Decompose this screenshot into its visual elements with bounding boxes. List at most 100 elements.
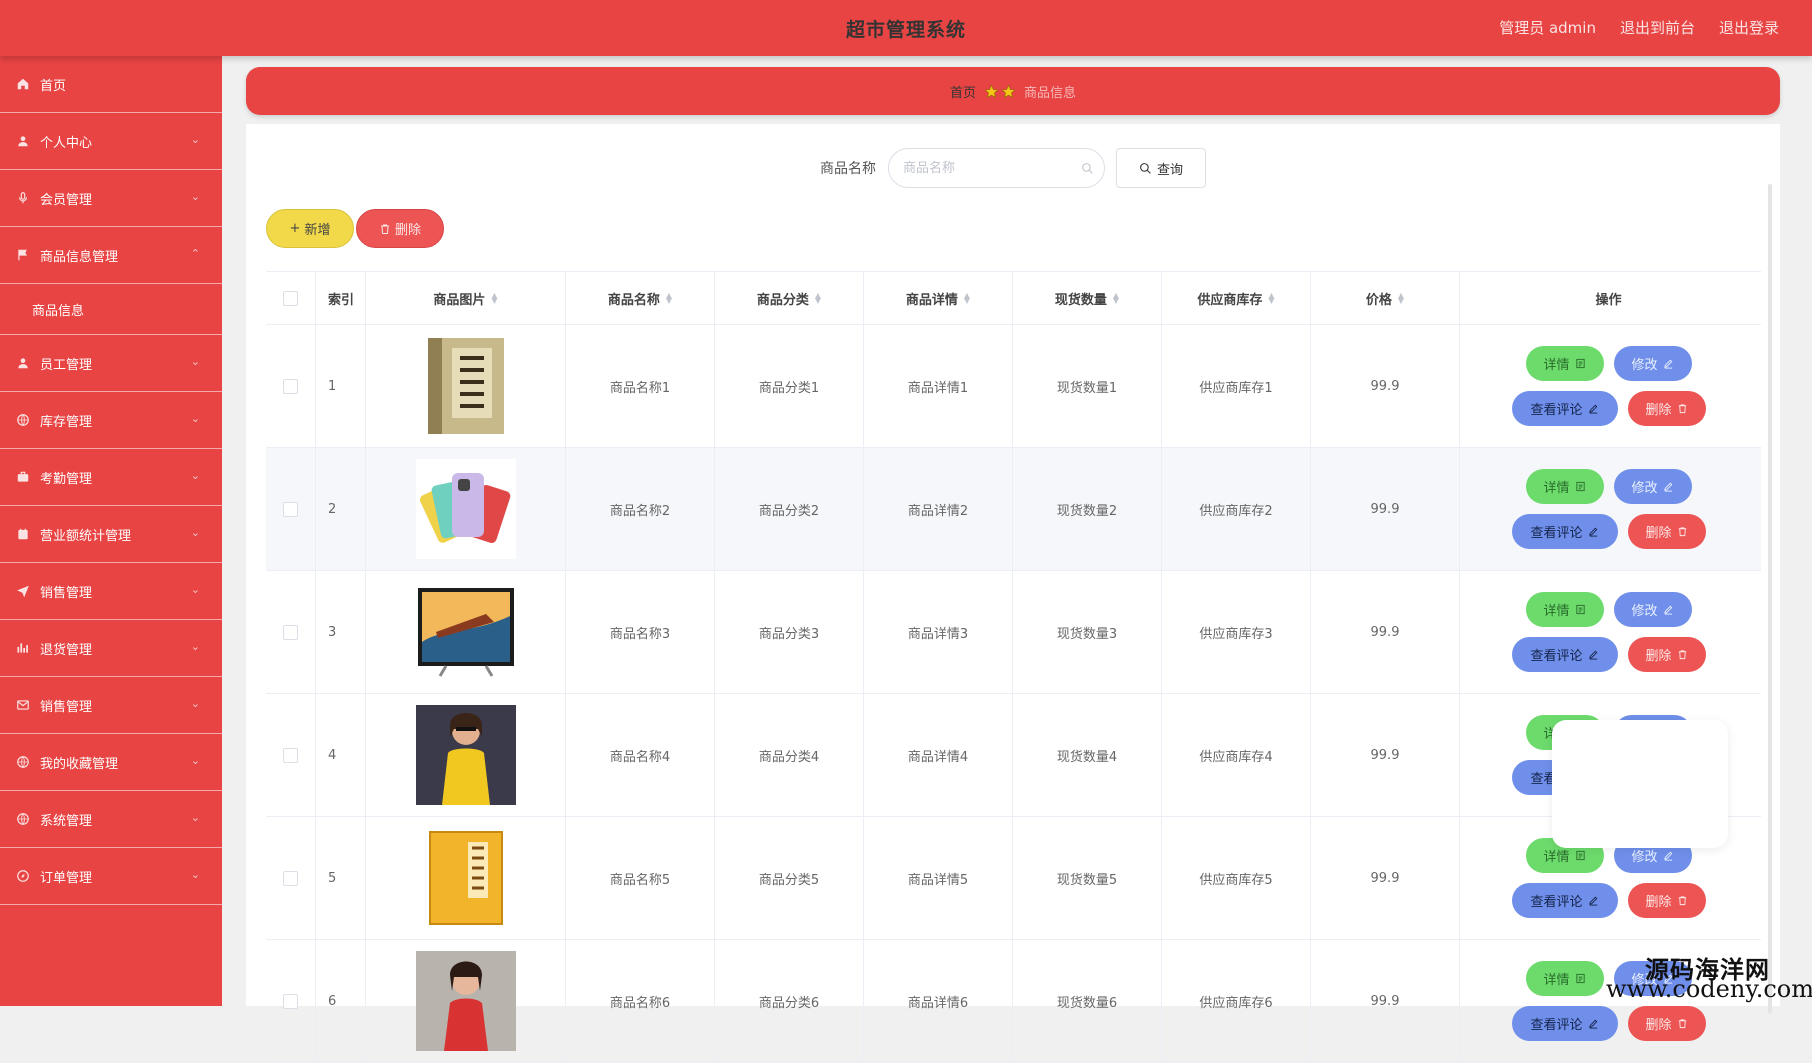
header-category[interactable]: 商品分类 ▲ ▼	[715, 272, 864, 324]
product-price: 99.9	[1311, 325, 1460, 447]
sidebar-item[interactable]: 销售管理 ⌄	[0, 677, 222, 734]
sidebar-item[interactable]: 营业额统计管理 ⌄	[0, 506, 222, 563]
row-delete-button[interactable]: 删除	[1627, 1006, 1706, 1041]
sidebar-item[interactable]: 首页	[0, 56, 222, 113]
header-detail[interactable]: 商品详情 ▲ ▼	[864, 272, 1013, 324]
product-stock: 现货数量2	[1013, 448, 1162, 570]
row-checkbox[interactable]	[283, 747, 298, 763]
detail-button[interactable]: 详情	[1525, 469, 1604, 504]
vertical-scrollbar[interactable]	[1768, 184, 1772, 1014]
edit-button-label: 修改	[1631, 850, 1658, 865]
sidebar-item[interactable]: 商品信息管理 ⌃	[0, 227, 222, 284]
sidebar-item[interactable]: 个人中心 ⌄	[0, 113, 222, 170]
header-label: 供应商库存	[1197, 292, 1263, 308]
sidebar-item-label: 营业额统计管理	[40, 528, 132, 544]
sidebar-item[interactable]: 销售管理 ⌄	[0, 563, 222, 620]
query-button-label: 查询	[1156, 162, 1183, 178]
batch-delete-label: 删除	[394, 223, 421, 238]
row-delete-button[interactable]: 删除	[1627, 391, 1706, 426]
sort-icon: ▲ ▼	[491, 291, 498, 305]
sidebar-subitem[interactable]: 商品信息	[0, 284, 222, 335]
header-image[interactable]: 商品图片 ▲ ▼	[366, 272, 566, 324]
row-checkbox[interactable]	[283, 501, 298, 517]
detail-button[interactable]: 详情	[1525, 592, 1604, 627]
trash-icon	[1678, 1019, 1686, 1029]
sidebar-item[interactable]: 我的收藏管理 ⌄	[0, 734, 222, 791]
product-image-cell	[366, 325, 566, 447]
star-icon	[984, 83, 1016, 99]
product-name: 商品名称2	[566, 448, 715, 570]
row-actions: 详情 修改查看评论 删除	[1460, 325, 1757, 447]
header-stock[interactable]: 现货数量 ▲ ▼	[1013, 272, 1162, 324]
row-index: 2	[316, 448, 366, 570]
table-body: 1 商品名称1 商品分类1 商品详情1 现货数量1 供应商库存1 99.9 详情 修改 查看评论删…	[266, 325, 1761, 1063]
chevron-icon: ⌄	[190, 811, 200, 824]
row-checkbox[interactable]	[283, 624, 298, 640]
row-delete-button[interactable]: 删除	[1627, 883, 1706, 918]
edit-button[interactable]: 修改	[1613, 592, 1692, 627]
select-all-checkbox[interactable]	[283, 290, 298, 306]
search-input[interactable]	[889, 149, 1075, 187]
product-image-cell	[366, 817, 566, 939]
product-supplier: 供应商库存5	[1162, 817, 1311, 939]
product-price: 99.9	[1311, 817, 1460, 939]
view-reviews-button[interactable]: 查看评论	[1511, 637, 1618, 672]
add-button[interactable]: + 新增	[266, 209, 354, 248]
view-reviews-button[interactable]: 查看评论	[1511, 883, 1618, 918]
compass-icon	[16, 869, 30, 883]
product-category: 商品分类4	[715, 694, 864, 816]
search-icon	[1140, 162, 1151, 174]
query-button[interactable]: 查询	[1116, 148, 1206, 188]
table-header: 索引 商品图片 ▲ ▼ 商品名称 ▲ ▼ 商品分类 ▲ ▼ 商品详情 ▲ ▼ 现货数量 ▲ ▼ 供应…	[266, 272, 1761, 325]
sidebar-item[interactable]: 订单管理 ⌄	[0, 848, 222, 905]
sort-icon: ▲ ▼	[1268, 291, 1275, 305]
breadcrumb-home[interactable]: 首页	[950, 82, 976, 101]
view-reviews-button[interactable]: 查看评论	[1511, 1006, 1618, 1041]
search-icon	[1081, 160, 1094, 179]
sidebar-item-label: 商品信息管理	[40, 249, 119, 265]
edit-icon	[1663, 851, 1672, 861]
send-icon	[16, 584, 30, 598]
edit-button[interactable]: 修改	[1613, 346, 1692, 381]
watermark-url: www.codeny.com	[1606, 975, 1812, 1003]
trash-icon	[1678, 896, 1686, 906]
detail-button[interactable]: 详情	[1525, 346, 1604, 381]
row-checkbox[interactable]	[283, 993, 298, 1009]
row-delete-label: 删除	[1645, 403, 1672, 418]
trash-icon	[1678, 650, 1686, 660]
sidebar-item[interactable]: 会员管理 ⌄	[0, 170, 222, 227]
document-icon	[1575, 604, 1585, 615]
sidebar-item-label: 销售管理	[40, 585, 93, 601]
view-reviews-button[interactable]: 查看评论	[1511, 391, 1618, 426]
row-delete-button[interactable]: 删除	[1627, 514, 1706, 549]
chart-icon	[16, 641, 30, 655]
product-supplier: 供应商库存2	[1162, 448, 1311, 570]
row-delete-button[interactable]: 删除	[1627, 637, 1706, 672]
sidebar-item[interactable]: 系统管理 ⌄	[0, 791, 222, 848]
sidebar-item[interactable]: 考勤管理 ⌄	[0, 449, 222, 506]
detail-button[interactable]: 详情	[1525, 961, 1604, 996]
header-price[interactable]: 价格 ▲ ▼	[1311, 272, 1460, 324]
logout-link[interactable]: 退出登录	[1719, 17, 1779, 38]
table-row: 5 商品名称5 商品分类5 商品详情5 现货数量5 供应商库存5 99.9 详情 修改 查看评论 删…	[266, 817, 1761, 940]
back-to-front-link[interactable]: 退出到前台	[1620, 17, 1695, 38]
batch-delete-button[interactable]: 删除	[356, 209, 444, 248]
sidebar-item[interactable]: 退货管理 ⌄	[0, 620, 222, 677]
sidebar-item[interactable]: 员工管理 ⌄	[0, 335, 222, 392]
product-table: 索引 商品图片 ▲ ▼ 商品名称 ▲ ▼ 商品分类 ▲ ▼ 商品详情 ▲ ▼ 现货数量 ▲ ▼ 供应…	[266, 271, 1761, 1063]
row-checkbox[interactable]	[283, 870, 298, 886]
sidebar-item-label: 订单管理	[40, 870, 93, 886]
row-index: 6	[316, 940, 366, 1062]
chevron-icon: ⌄	[190, 868, 200, 881]
chevron-icon: ⌄	[190, 697, 200, 710]
header-name[interactable]: 商品名称 ▲ ▼	[566, 272, 715, 324]
edit-button[interactable]: 修改	[1613, 469, 1692, 504]
product-stock: 现货数量6	[1013, 940, 1162, 1062]
edit-icon	[1663, 605, 1672, 615]
sidebar-item[interactable]: 库存管理 ⌄	[0, 392, 222, 449]
sidebar-item-label: 退货管理	[40, 642, 93, 658]
view-reviews-button[interactable]: 查看评论	[1511, 514, 1618, 549]
header-label: 商品名称	[607, 292, 660, 308]
header-supplier[interactable]: 供应商库存 ▲ ▼	[1162, 272, 1311, 324]
row-checkbox[interactable]	[283, 378, 298, 394]
